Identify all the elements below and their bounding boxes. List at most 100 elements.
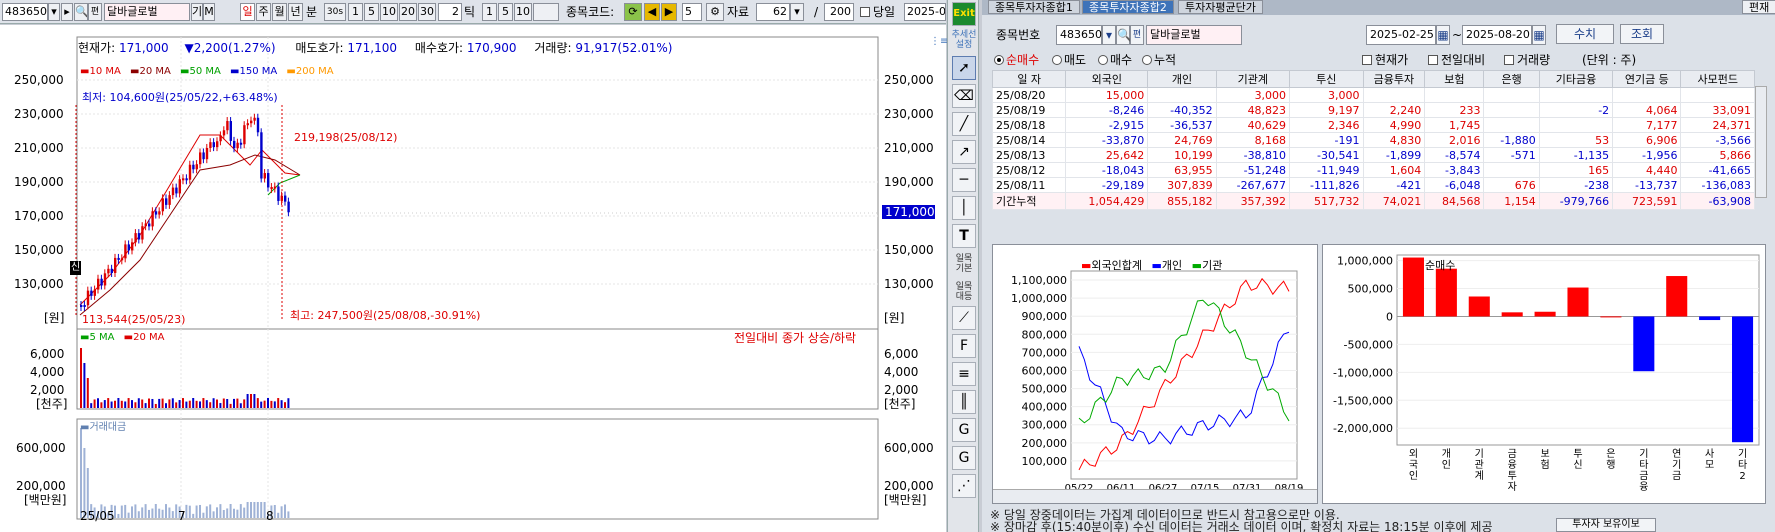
tick-5[interactable]: 5 [498,3,513,21]
tab-investor-2[interactable]: 종목투자자종합2 [1082,0,1174,14]
column-header[interactable]: 보험 [1424,70,1485,88]
andrews-icon[interactable]: ⋰ [952,474,976,498]
amount-bar [236,509,239,518]
min-30[interactable]: 30 [418,3,436,21]
period-year[interactable]: 년 [288,3,303,21]
table-scrollbar[interactable] [1755,86,1767,198]
calendar-icon[interactable]: ▦ [1532,25,1546,45]
text-icon[interactable]: T [952,224,976,248]
tick-10[interactable]: 10 [514,3,532,21]
table-row[interactable]: 25/08/11 -29,189 307,839 -267,677 -111,826 -4… [991,177,1755,193]
data-count-input[interactable]: 62 [756,3,790,21]
min-5[interactable]: 5 [364,3,379,21]
chart-menu-icon[interactable]: ⋮≡ [930,35,948,49]
eraser-icon[interactable]: ⌫ [952,84,976,108]
query-button[interactable]: 조회 [1620,24,1664,44]
column-header[interactable]: 외국인 [1065,70,1149,88]
column-header[interactable]: 기관계 [1215,70,1291,88]
code-dropdown[interactable]: ▾ [48,3,60,21]
table-row[interactable]: 25/08/12 -18,043 63,955 -51,248 -11,949 1,604… [991,162,1755,178]
table-row[interactable]: 기간누적 1,054,429 855,182 357,392 517,732 74,021… [991,192,1755,210]
settings-icon[interactable]: ⚙ [706,3,724,21]
code-input[interactable]: 483650 [2,3,48,21]
hline-icon[interactable]: ─ [952,168,976,192]
total-input[interactable]: 200 [824,3,854,21]
period-month[interactable]: 월 [272,3,287,21]
table-row[interactable]: 25/08/18 -2,915 -36,537 40,629 2,346 4,990 1,7… [991,117,1755,133]
min-20[interactable]: 20 [399,3,417,21]
table-row[interactable]: 25/08/20 15,000 3,000 3,000 [991,87,1755,103]
exit-button[interactable]: Exit [952,2,976,26]
edit-screen-button[interactable]: 편재 [1742,0,1775,14]
table-row[interactable]: 25/08/19 -8,246 -40,352 48,823 9,197 2,240 233… [991,102,1755,118]
refresh-icon[interactable]: ⟳ [624,3,642,21]
column-header[interactable]: 기타금융 [1538,70,1614,88]
check-change[interactable]: 전일대비 [1428,53,1485,67]
min-1[interactable]: 1 [348,3,363,21]
radio-cumul[interactable]: 누적 [1142,53,1176,67]
table-row[interactable]: 25/08/13 25,642 10,199 -38,810 -30,541 -1,899… [991,147,1755,163]
data-count-dropdown[interactable]: ▾ [790,3,804,21]
bar-chart[interactable]: 1,000,000 500,000 0 -500,000 -1,000,000 -1,50… [1323,245,1765,503]
blank-button[interactable] [533,3,559,21]
radio-net[interactable]: 순매수 [994,53,1039,67]
gann-icon[interactable]: G [952,418,976,442]
right-search-icon[interactable]: 🔍 [1116,25,1132,45]
period-week[interactable]: 주 [256,3,271,21]
prev-icon[interactable]: ◀ [644,3,660,21]
m-button[interactable]: M [203,3,215,21]
channel-icon[interactable]: ≡ [952,362,976,386]
edit-icon[interactable]: 편 [88,3,102,21]
cursor-icon[interactable]: ➚ [952,56,976,80]
ichimoku-equal[interactable]: 일목 대등 [950,282,978,302]
right-edit-icon[interactable]: 편 [1130,25,1144,45]
tick-input[interactable]: 2 [438,3,462,21]
table-row[interactable]: 25/08/14 -33,870 24,769 8,168 -191 4,830 2,016… [991,132,1755,148]
y-tick: 1,000,000 [1011,292,1067,305]
gann-fan-icon[interactable]: G [952,446,976,470]
next-icon[interactable]: ▶ [661,3,677,21]
check-price[interactable]: 현재가 [1362,53,1408,67]
column-header[interactable]: 일 자 [991,70,1067,88]
line-chart[interactable]: 1,100,000 1,000,000 900,000 800,000 700,000 6… [993,245,1317,503]
vline-icon[interactable]: │ [952,196,976,220]
search-icon[interactable]: 🔍 [74,3,88,21]
tab-avg-price[interactable]: 투자자평균단가 [1178,0,1263,14]
column-header[interactable]: 연기금 등 [1612,70,1682,88]
fan-icon[interactable]: ⟋ [952,306,976,330]
fib-icon[interactable]: F [952,334,976,358]
period-30s[interactable]: 30s [324,3,346,21]
column-header[interactable]: 사모펀드 [1680,70,1755,88]
date-to-input[interactable]: 2025-08-20 [1462,25,1532,45]
radio-sell[interactable]: 매도 [1052,53,1086,67]
line-chart-scrollbar[interactable] [993,489,1317,503]
amount-bar [83,448,86,518]
line-icon[interactable]: ╱ [952,112,976,136]
arrow-line-icon[interactable]: ↗ [952,140,976,164]
ichimoku-basic[interactable]: 일목 기본 [950,254,978,274]
column-header[interactable]: 개인 [1147,70,1217,88]
column-header[interactable]: 투신 [1289,70,1364,88]
min-10[interactable]: 10 [380,3,398,21]
trendline-setting[interactable]: 추세선 설정 [950,30,978,50]
today-check[interactable]: 당일 [860,3,895,21]
tick-1[interactable]: 1 [482,3,497,21]
calendar-icon[interactable]: ▦ [1436,25,1450,45]
right-code-input[interactable]: 483650 [1056,25,1102,45]
check-volume[interactable]: 거래량 [1504,53,1550,67]
period-day[interactable]: 일 [240,3,255,21]
value-button[interactable]: 수치 [1556,24,1614,44]
axis-tick: 210,000 [14,141,64,155]
date-from-input[interactable]: 2025-02-25 [1366,25,1436,45]
bars-icon[interactable]: ║ [952,390,976,414]
tab-investor-1[interactable]: 종목투자자종합1 [988,0,1080,14]
right-code-dropdown[interactable]: ▾ [1102,25,1116,45]
investor-holding-button[interactable]: 투자자 보유이보 [1556,518,1656,532]
arrow-icon[interactable]: ▸ [61,3,73,21]
gi-button[interactable]: 기 [191,3,203,21]
step-input[interactable]: 5 [682,3,702,21]
column-header[interactable]: 금융투자 [1362,70,1426,88]
column-header[interactable]: 은행 [1483,70,1540,88]
radio-buy[interactable]: 매수 [1098,53,1132,67]
date-input[interactable]: 2025-0 [904,3,946,21]
